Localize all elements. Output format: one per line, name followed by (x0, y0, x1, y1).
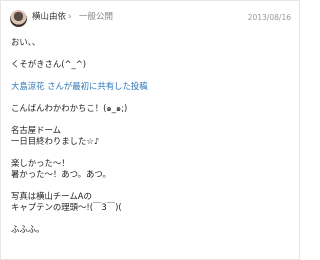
chevron-right-icon: › (68, 12, 72, 22)
post-text-line: キャプテンの理頭〜!(￣3￣)( (11, 202, 122, 212)
post-text-line: 一日目終わりました☆♪ (11, 136, 100, 146)
author-name[interactable]: 横山由依 (32, 12, 66, 23)
post-text-line: 暑かった〜！あつ。あつ。 (11, 169, 111, 179)
post-text-line: おい、、 (11, 37, 41, 47)
post-text-line: 写真は横山チームAの (11, 191, 92, 201)
post-header: 横山由依 › 一般公開 2013/08/16 (1, 1, 301, 33)
post-text-line: 楽しかった〜！ (11, 158, 70, 168)
post-text-line: こんばんわかわかちこ！(๑_๑;) (11, 103, 128, 113)
post-text-line: 名古屋ドーム (11, 125, 61, 135)
visibility-label[interactable]: 一般公開 (79, 12, 113, 23)
post-card: 横山由依 › 一般公開 2013/08/16 おい、、 くそがきさん(^_^) … (0, 0, 300, 260)
post-text-line: ふふふ。 (11, 224, 45, 234)
post-text-line: くそがきさん(^_^) (11, 59, 87, 69)
original-share-link[interactable]: 大島涼花 さんが最初に共有した投稿 (11, 81, 296, 92)
post-body: おい、、 くそがきさん(^_^) 大島涼花 さんが最初に共有した投稿 こんばんわ… (11, 37, 296, 235)
post-date[interactable]: 2013/08/16 (248, 12, 291, 23)
author-avatar[interactable] (10, 10, 27, 27)
